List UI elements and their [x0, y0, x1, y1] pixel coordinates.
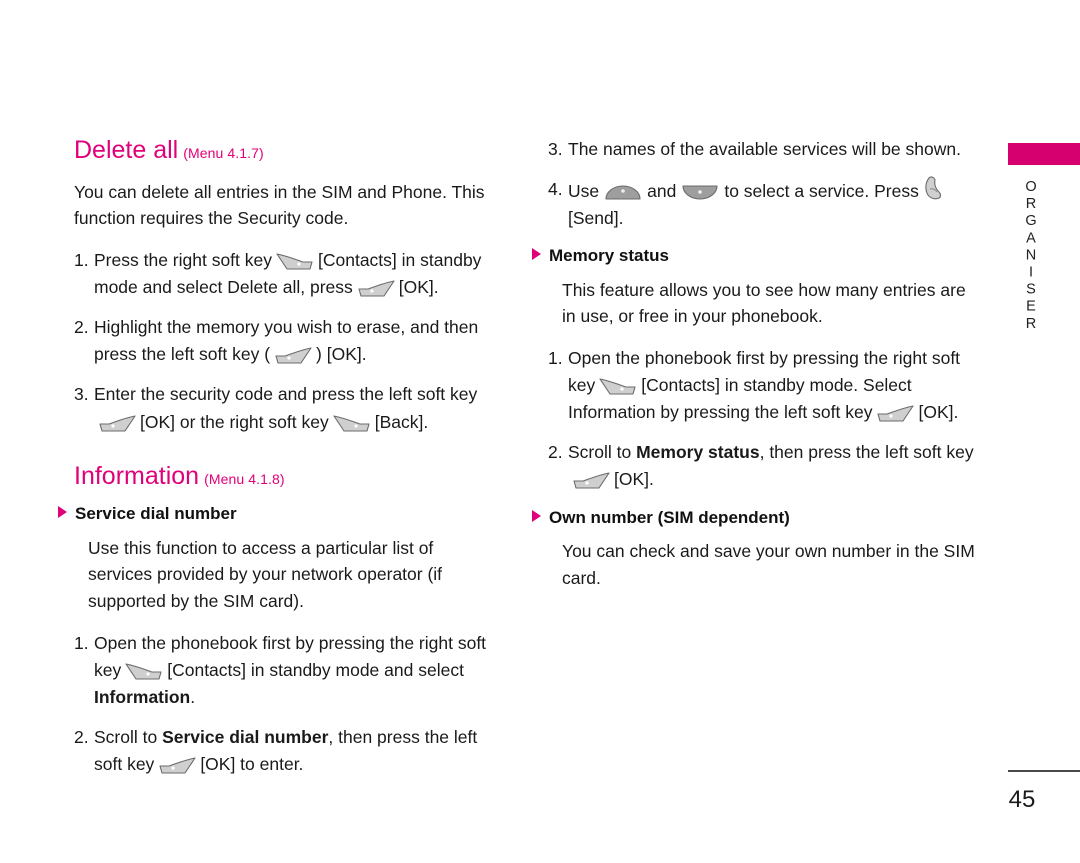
send-key-icon	[922, 176, 946, 202]
right-soft-key-icon	[332, 413, 372, 433]
nav-down-key-icon	[679, 182, 721, 202]
step-number: 3.	[74, 384, 89, 405]
step-text: Open the phonebook first by pressing the…	[568, 345, 980, 426]
step-text-part: [OK].	[398, 277, 439, 298]
sub-heading-service-dial-number: Service dial number	[58, 504, 498, 524]
step-text: Press the right soft key [Contacts] in st…	[94, 247, 498, 301]
step-number: 1.	[74, 249, 89, 270]
step-text-part: .	[190, 686, 196, 707]
left-soft-key-icon	[157, 755, 197, 775]
sub-heading-label: Service dial number	[75, 504, 237, 524]
side-tab: ORGANISER	[1008, 143, 1080, 333]
own-number-intro: You can check and save your own number i…	[562, 540, 975, 588]
section-title: Delete all	[74, 136, 179, 164]
side-tab-color-bar	[1008, 143, 1080, 165]
side-tab-label: ORGANISER	[1023, 179, 1039, 333]
left-soft-key-icon	[571, 470, 611, 490]
section-menu-ref: (Menu 4.1.7)	[183, 145, 264, 161]
step-text-emphasis: Memory status	[636, 442, 760, 463]
step-text-part: Enter the security code and press the le…	[94, 384, 478, 405]
section-heading-delete-all: Delete all (Menu 4.1.7)	[74, 136, 498, 165]
section-menu-ref: (Menu 4.1.8)	[204, 470, 285, 487]
section-heading-information: Information (Menu 4.1.8)	[74, 462, 498, 491]
step-text: Scroll to Service dial number, then pres…	[94, 724, 498, 778]
page-number: 45	[1008, 786, 1036, 813]
footer-divider	[1008, 770, 1080, 772]
service-dial-step-4: 4. Use and to select a service. Press [Send…	[548, 176, 980, 232]
step-text-part: Scroll to	[568, 442, 637, 463]
step-text-emphasis: Service dial number	[162, 726, 329, 747]
step-text-part: [OK].	[614, 469, 654, 490]
step-text-part: ) [OK].	[316, 344, 367, 365]
step-text-part: , then press the left soft key	[759, 442, 974, 463]
sub-heading-label: Memory status	[549, 246, 669, 266]
step-text-part: Scroll to	[94, 726, 163, 747]
delete-all-step-1: 1. Press the right soft key [Contacts] in…	[74, 247, 498, 301]
triangle-bullet-icon	[58, 506, 67, 519]
step-text-part: [OK] or the right soft key	[140, 411, 329, 432]
step-text-part: and	[647, 181, 677, 202]
right-soft-key-icon	[275, 251, 315, 271]
step-text: Use and to select a service. Press [Send].	[568, 176, 980, 232]
step-number: 1.	[548, 347, 563, 368]
left-soft-key-icon	[356, 278, 396, 298]
service-dial-intro: Use this function to access a particular…	[88, 537, 443, 612]
step-text-part: [Back].	[374, 411, 429, 432]
sub-heading-memory-status: Memory status	[532, 246, 980, 266]
step-text-part: [OK] to enter.	[200, 754, 304, 775]
manual-page: ORGANISER Delete all (Menu 4.1.7) You can…	[0, 0, 1080, 863]
step-number: 2.	[548, 442, 563, 463]
step-number: 1.	[74, 632, 89, 653]
step-text: The names of the available services will…	[568, 139, 961, 159]
service-dial-step-1: 1. Open the phonebook first by pressing …	[74, 630, 498, 711]
left-soft-key-icon	[273, 345, 313, 365]
delete-all-intro: You can delete all entries in the SIM an…	[74, 181, 485, 229]
step-text: Scroll to Memory status, then press the …	[568, 439, 980, 493]
step-number: 2.	[74, 726, 89, 747]
left-soft-key-icon	[97, 413, 137, 433]
step-text-part: Use	[568, 181, 600, 202]
sub-heading-label: Own number (SIM dependent)	[549, 507, 790, 527]
right-soft-key-icon	[598, 376, 638, 396]
delete-all-step-3: 3. Enter the security code and press the…	[74, 381, 498, 435]
step-text: Highlight the memory you wish to erase, …	[94, 314, 498, 368]
service-dial-step-2: 2. Scroll to Service dial number, then p…	[74, 724, 498, 778]
step-text-part: [Send].	[568, 208, 624, 229]
triangle-bullet-icon	[532, 509, 541, 522]
right-column: 3. The names of the available services w…	[532, 136, 980, 606]
delete-all-step-2: 2. Highlight the memory you wish to eras…	[74, 314, 498, 368]
step-number: 4.	[548, 179, 563, 200]
step-number: 3.	[548, 139, 563, 159]
step-text-part: [OK].	[918, 402, 959, 423]
section-title: Information	[74, 461, 200, 490]
left-column: Delete all (Menu 4.1.7) You can delete al…	[58, 136, 498, 791]
memory-status-intro: This feature allows you to see how many …	[562, 279, 966, 327]
memory-status-step-1: 1. Open the phonebook first by pressing …	[548, 345, 980, 426]
nav-up-key-icon	[602, 182, 644, 202]
step-text-part: [Contacts] in standby mode and select	[167, 659, 464, 680]
service-dial-step-3: 3. The names of the available services w…	[548, 136, 980, 163]
sub-heading-own-number: Own number (SIM dependent)	[532, 508, 980, 528]
right-soft-key-icon	[124, 661, 164, 681]
step-text-part: to select a service. Press	[724, 181, 919, 202]
triangle-bullet-icon	[532, 248, 541, 261]
step-text: Enter the security code and press the le…	[94, 381, 498, 435]
step-text-part: Press the right soft key	[94, 249, 272, 270]
left-soft-key-icon	[875, 403, 915, 423]
memory-status-step-2: 2. Scroll to Memory status, then press t…	[548, 439, 980, 493]
step-number: 2.	[74, 317, 89, 338]
step-text: Open the phonebook first by pressing the…	[94, 630, 498, 711]
step-text-emphasis: Information	[94, 686, 191, 707]
